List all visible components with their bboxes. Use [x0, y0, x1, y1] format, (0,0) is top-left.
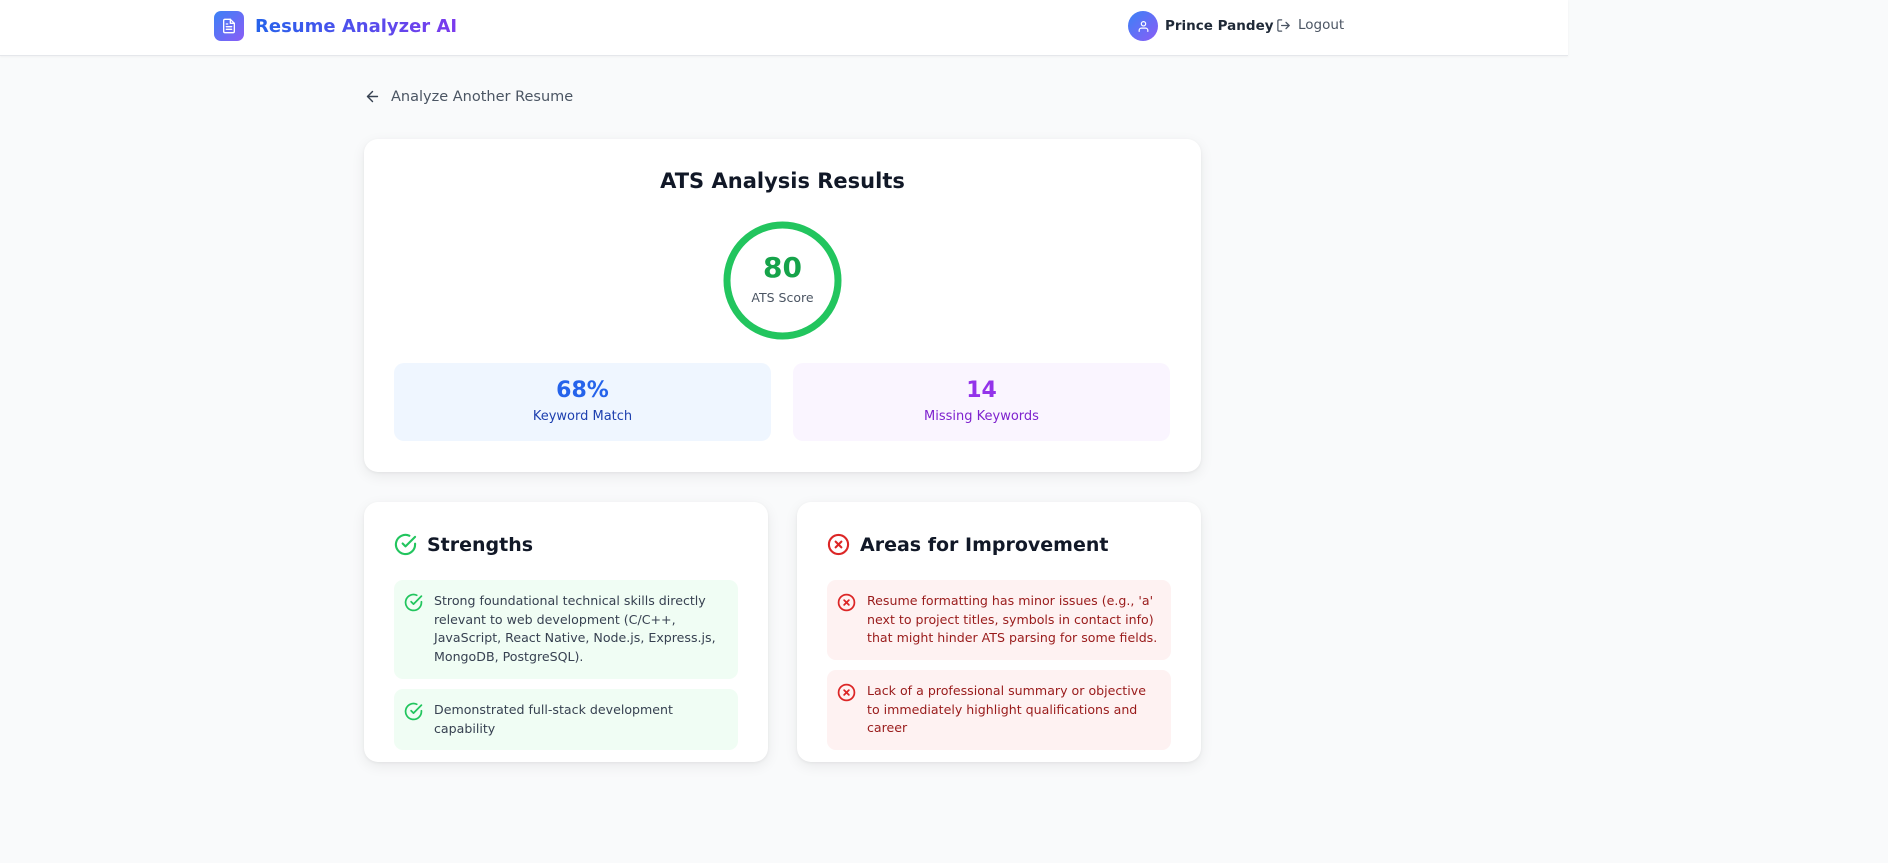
strength-item: Strong foundational technical skills dir…	[394, 580, 738, 679]
improvements-card: Areas for Improvement Resume formatting …	[797, 502, 1201, 762]
improvement-item: Lack of a professional summary or object…	[827, 670, 1171, 751]
missing-keywords-label: Missing Keywords	[924, 409, 1039, 424]
strength-text: Strong foundational technical skills dir…	[434, 593, 716, 665]
check-circle-icon	[394, 533, 417, 556]
top-navbar: Resume Analyzer AI Prince Pandey Logout	[0, 0, 1568, 56]
keyword-match-value: 68%	[556, 378, 609, 403]
user-icon	[1138, 20, 1148, 32]
logout-icon	[1277, 18, 1290, 32]
analyze-another-resume-link[interactable]: Analyze Another Resume	[364, 88, 573, 105]
document-icon	[214, 11, 244, 41]
missing-keywords-box: 14 Missing Keywords	[793, 363, 1170, 441]
back-label: Analyze Another Resume	[391, 88, 574, 105]
keyword-match-box: 68% Keyword Match	[394, 363, 771, 441]
check-circle-icon	[404, 593, 423, 612]
x-circle-icon	[837, 593, 856, 612]
results-title: ATS Analysis Results	[660, 169, 905, 193]
improvement-item: Resume formatting has minor issues (e.g.…	[827, 580, 1171, 661]
app-title: Resume Analyzer AI	[255, 15, 458, 37]
user-name: Prince Pandey	[1165, 18, 1274, 34]
improvements-title: Areas for Improvement	[860, 533, 1109, 556]
missing-keywords-value: 14	[966, 378, 997, 403]
ats-score-label: ATS Score	[751, 290, 814, 305]
strength-item: Demonstrated full-stack development capa…	[394, 689, 738, 751]
ats-score-value: 80	[763, 251, 802, 284]
x-circle-icon	[837, 683, 856, 702]
check-circle-icon	[404, 702, 423, 721]
strength-text: Demonstrated full-stack development capa…	[434, 702, 673, 736]
strengths-title: Strengths	[427, 533, 534, 556]
x-circle-icon	[827, 533, 850, 556]
improvements-header: Areas for Improvement	[827, 533, 1108, 556]
strengths-header: Strengths	[394, 533, 533, 556]
logout-button[interactable]: Logout	[1276, 17, 1344, 33]
ats-results-card: ATS Analysis Results 80 ATS Score 68% Ke…	[364, 139, 1201, 472]
improvement-text: Lack of a professional summary or object…	[867, 683, 1146, 736]
keyword-match-label: Keyword Match	[532, 409, 633, 424]
avatar	[1128, 11, 1158, 41]
logout-label: Logout	[1298, 17, 1345, 33]
arrow-left-icon	[366, 90, 379, 103]
improvement-text: Resume formatting has minor issues (e.g.…	[867, 593, 1158, 646]
brand[interactable]: Resume Analyzer AI	[214, 11, 457, 41]
strengths-card: Strengths Strong foundational technical …	[364, 502, 768, 762]
user-menu[interactable]: Prince Pandey	[1128, 11, 1274, 41]
